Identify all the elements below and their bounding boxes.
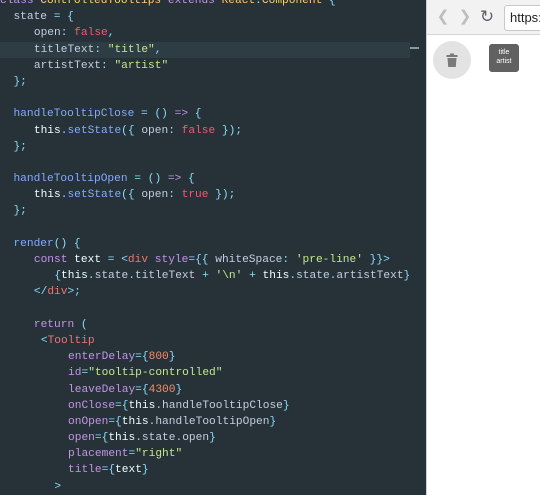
code-line: open: false, bbox=[33, 27, 115, 40]
code-line: this.setState({ open: false }); bbox=[33, 124, 243, 137]
code-line: class ControlledTooltips extends React.C… bbox=[0, 0, 336, 7]
browser-window: ❮ ❯ ↻ https: title artist bbox=[426, 0, 540, 495]
chevron-left-icon[interactable]: ❮ bbox=[435, 8, 451, 26]
code-line: id="tooltip-controlled" bbox=[68, 367, 223, 380]
code-editor[interactable]: class ControlledTooltips extends React.C… bbox=[0, 0, 410, 495]
code-line: <Tooltip bbox=[40, 334, 95, 347]
editor-gutter bbox=[410, 0, 426, 495]
code-line: }; bbox=[13, 140, 27, 153]
delete-button[interactable] bbox=[433, 41, 471, 79]
tooltip-artist: artist bbox=[496, 58, 512, 65]
code-line: > bbox=[54, 480, 62, 493]
code-line: title={text} bbox=[68, 464, 149, 477]
tooltip: title artist bbox=[489, 44, 519, 72]
fold-marker[interactable] bbox=[410, 47, 419, 49]
code-line: onClose={this.handleTooltipClose} bbox=[68, 399, 290, 412]
code-line: open={this.state.open} bbox=[68, 432, 216, 445]
address-bar[interactable]: https: bbox=[504, 5, 540, 31]
code-block: class ControlledTooltips extends React.C… bbox=[0, 0, 410, 495]
code-line: {this.state.titleText + '\n' + this.stat… bbox=[54, 270, 410, 283]
code-line: handleTooltipOpen = () => { bbox=[13, 173, 195, 186]
code-line: }; bbox=[13, 75, 27, 88]
code-line: onOpen={this.handleTooltipOpen} bbox=[68, 415, 277, 428]
code-line: return ( bbox=[33, 318, 88, 331]
code-line: render() { bbox=[13, 237, 81, 250]
code-line: handleTooltipClose = () => { bbox=[13, 108, 202, 121]
code-line-highlighted: titleText: "title", bbox=[0, 41, 410, 58]
code-line: leaveDelay={4300} bbox=[68, 383, 183, 396]
code-line: const text = <div style={{ whiteSpace: '… bbox=[33, 254, 390, 266]
trash-icon bbox=[446, 53, 458, 67]
browser-toolbar: ❮ ❯ ↻ https: bbox=[427, 0, 540, 35]
code-line: placement="right" bbox=[68, 448, 183, 461]
code-line: artistText: "artist" bbox=[33, 59, 169, 72]
code-line: state = { bbox=[13, 11, 74, 24]
reload-icon[interactable]: ↻ bbox=[479, 8, 495, 26]
code-line: </div>; bbox=[33, 286, 81, 299]
code-line: this.setState({ open: true }); bbox=[33, 189, 236, 202]
tooltip-title: title bbox=[498, 49, 510, 56]
chevron-right-icon[interactable]: ❯ bbox=[457, 8, 473, 26]
code-line: enterDelay={800} bbox=[68, 351, 176, 364]
code-line: }; bbox=[13, 205, 27, 218]
